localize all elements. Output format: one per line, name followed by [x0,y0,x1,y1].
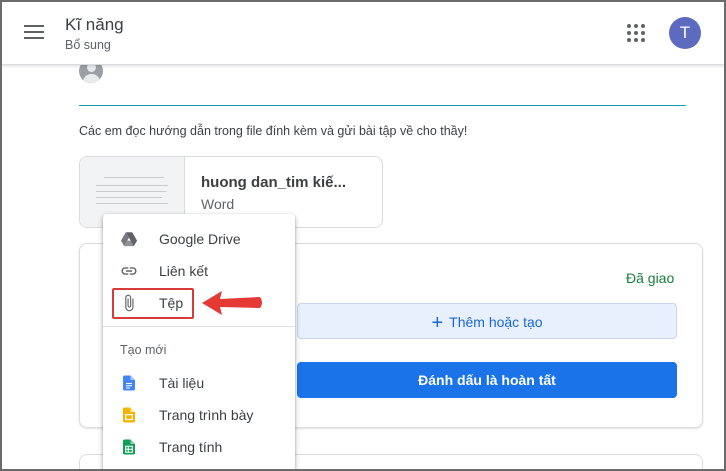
class-subtitle: Bổ sung [65,38,111,52]
add-or-create-label: Thêm hoặc tạo [449,314,543,330]
attachment-title: huong dan_tim kiế... [201,174,347,191]
menu-item-label: Trang tính [159,439,223,455]
link-icon [121,267,137,275]
menu-item-label: Google Drive [159,231,241,247]
google-apps-icon[interactable] [627,24,645,42]
mark-as-done-button[interactable]: Đánh dấu là hoàn tất [297,362,677,398]
menu-item-label: Tài liệu [159,375,205,391]
menu-item-docs[interactable]: Tài liệu [103,368,295,398]
hamburger-menu-icon[interactable] [24,22,46,44]
post-description: Các em đọc hướng dẫn trong file đính kèm… [79,124,468,138]
post-divider [79,105,686,106]
class-title: Kĩ năng [65,15,124,34]
menu-item-sheets[interactable]: Trang tính [103,432,295,462]
menu-item-label: Trang trình bày [159,407,254,423]
plus-icon: + [431,312,444,334]
add-or-create-menu: Google Drive Liên kết Tệp Tạo mới Tài li… [103,214,295,469]
google-drive-icon [120,232,138,247]
docs-icon [123,375,135,391]
add-or-create-button[interactable]: + Thêm hoặc tạo [297,303,677,339]
create-new-heading: Tạo mới [120,343,167,357]
menu-item-label: Liên kết [159,263,209,279]
pointer-arrow-icon [202,291,262,315]
highlight-box [112,288,194,319]
menu-item-slides[interactable]: Trang trình bày [103,400,295,430]
slides-icon [123,407,135,423]
status-badge: Đã giao [626,270,675,286]
menu-item-google-drive[interactable]: Google Drive [103,224,295,254]
attachment-type: Word [201,196,235,212]
top-app-bar: Kĩ năng Bổ sung T [2,2,724,65]
menu-item-link[interactable]: Liên kết [103,256,295,286]
account-avatar[interactable]: T [669,17,701,49]
sheets-icon [123,439,135,455]
app-window: Kĩ năng Bổ sung T Các em đọc hướng dẫn t… [2,2,724,469]
menu-divider [103,326,295,327]
